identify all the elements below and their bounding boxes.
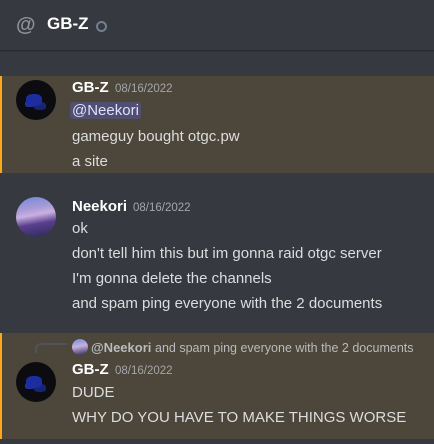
- reply-avatar[interactable]: [72, 339, 88, 355]
- status-icon: [96, 21, 107, 32]
- reply-author[interactable]: @Neekori: [91, 340, 151, 355]
- channel-title: GB-Z: [47, 14, 89, 33]
- message-text: ok: [72, 220, 88, 237]
- message-text: and spam ping everyone with the 2 docume…: [72, 295, 383, 312]
- user-mention[interactable]: @Neekori: [70, 102, 141, 119]
- message-text: I'm gonna delete the channels: [72, 270, 272, 287]
- avatar[interactable]: [16, 80, 56, 120]
- avatar[interactable]: [16, 197, 56, 237]
- reply-preview[interactable]: and spam ping everyone with the 2 docume…: [155, 341, 414, 355]
- message-group[interactable]: GB-Z 08/16/2022 @Neekori gameguy bought …: [0, 76, 434, 173]
- message-text: WHY DO YOU HAVE TO MAKE THINGS WORSE: [72, 409, 407, 426]
- message-group[interactable]: Neekori 08/16/2022 ok don't tell him thi…: [0, 193, 434, 323]
- message-text: don't tell him this but im gonna raid ot…: [72, 245, 382, 262]
- avatar[interactable]: [16, 362, 56, 402]
- message-timestamp: 08/16/2022: [133, 202, 191, 214]
- message-author[interactable]: GB-Z: [72, 79, 109, 96]
- message-text: a site: [72, 153, 108, 170]
- message-author[interactable]: Neekori: [72, 198, 127, 215]
- message-text: gameguy bought otgc.pw: [72, 128, 240, 145]
- reply-spine: [35, 343, 67, 353]
- message-timestamp: 08/16/2022: [115, 83, 173, 95]
- channel-header: @ GB-Z: [0, 0, 434, 50]
- message-author[interactable]: GB-Z: [72, 361, 109, 378]
- message-text: DUDE: [72, 384, 115, 401]
- at-icon: @: [16, 14, 36, 36]
- message-timestamp: 08/16/2022: [115, 365, 173, 377]
